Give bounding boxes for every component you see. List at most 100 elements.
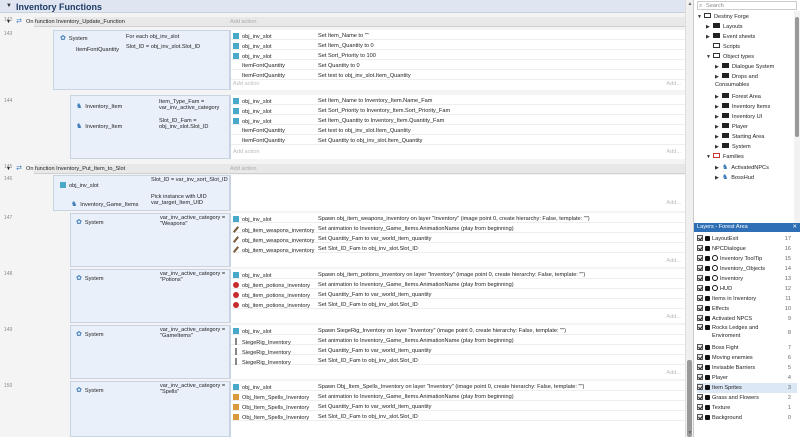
action-row[interactable]: SiegeRig_Inventory Set animation to Inven… xyxy=(231,336,686,346)
tree-item-project[interactable]: ▼ Destiny Forge xyxy=(697,13,749,22)
tree-item-inventory-ui[interactable]: ▶ Inventory UI xyxy=(715,113,762,122)
visibility-checkbox xyxy=(697,305,703,311)
layer-row[interactable]: Grass and Flowers 2 xyxy=(697,393,797,403)
layer-row[interactable]: Items in Inventory 11 xyxy=(697,294,797,304)
add-more-link[interactable]: Add... xyxy=(666,258,681,264)
condition-block[interactable]: ✿ System var_inv_active_category = "Potio… xyxy=(70,269,230,323)
layer-row[interactable]: Inventory ToolTip 15 xyxy=(697,254,797,264)
tree-item-activatednpcs[interactable]: ▶ ♞ ActivatedNPCs xyxy=(715,163,769,172)
action-row[interactable]: Obj_Item_Spells_Inventory Set Quantity_Fa… xyxy=(231,402,686,411)
action-row[interactable]: obj_inv_slot Spawn SiegeRig_Inventory on … xyxy=(231,326,686,335)
action-row[interactable]: Obj_Item_Spells_Inventory Set Slot_ID_Fam… xyxy=(231,412,686,421)
tree-item-inventory-items[interactable]: ▶ Inventory Items xyxy=(715,103,770,112)
add-more-link[interactable]: Add... xyxy=(666,149,681,155)
add-more-link[interactable]: Add... xyxy=(666,370,681,376)
action-row[interactable]: Obj_Item_Spells_Inventory Set animation t… xyxy=(231,392,686,401)
action-row[interactable]: obj_inv_slot Set Item_Name to "" xyxy=(231,31,686,40)
tree-item-forest-area[interactable]: ▶ Forest Area xyxy=(715,93,761,102)
event-group-header[interactable]: ▼ Inventory Functions xyxy=(0,0,685,13)
tree-item-event-sheets[interactable]: ▶ Event sheets xyxy=(706,33,755,42)
collapse-arrow-icon[interactable]: ▼ xyxy=(6,3,12,9)
tree-item-layouts[interactable]: ▶ Layouts xyxy=(706,23,743,32)
layer-row[interactable]: Inventory 13 xyxy=(697,274,797,284)
add-action-link[interactable]: Add action xyxy=(230,166,256,172)
layer-row[interactable]: LayoutExit 17 xyxy=(697,234,797,244)
condition-block[interactable]: ♞ Inventory_Item Item_Type_Fam = var_inv_… xyxy=(70,95,230,159)
layer-row[interactable]: Rocks Ledges and Enviroment 8 xyxy=(697,324,797,342)
action-block[interactable]: obj_inv_slot Set Item_Name to Inventory_I… xyxy=(230,95,686,159)
siege-rig-icon xyxy=(235,337,237,345)
condition-block[interactable]: ✿ System For each obj_inv_slot ItemFontQu… xyxy=(53,30,230,90)
condition-block[interactable]: ✿ System var_inv_active_category = "Spell… xyxy=(70,381,230,437)
action-row[interactable]: obj_item_weapons_inventory Set Slot_ID_Fa… xyxy=(231,244,686,254)
collapse-arrow-icon[interactable]: ▼ xyxy=(6,19,11,25)
action-row[interactable]: obj_item_potions_inventory Set Slot_ID_Fa… xyxy=(231,300,686,309)
action-block[interactable]: obj_inv_slot Spawn Obj_Item_Spells_Invent… xyxy=(230,381,686,437)
layer-row[interactable]: Player 4 xyxy=(697,373,797,383)
tree-item-drops[interactable]: ▶ Drops and Consumables xyxy=(715,73,787,91)
action-row[interactable]: SiegeRig_Inventory Set Slot_ID_Fam to obj… xyxy=(231,356,686,366)
action-row[interactable]: obj_inv_slot Spawn Obj_Item_Spells_Invent… xyxy=(231,382,686,391)
scrollbar-thumb[interactable] xyxy=(687,360,692,437)
layer-row[interactable]: Invisable Barriers 5 xyxy=(697,363,797,373)
condition-block[interactable]: ✿ System var_inv_active_category = "GameI… xyxy=(70,325,230,379)
layer-row-selected[interactable]: Item Sprites 3 xyxy=(697,383,797,393)
layer-row[interactable]: Effects 10 xyxy=(697,304,797,314)
project-search-input[interactable]: ⌕ Search xyxy=(697,1,797,10)
action-row[interactable]: obj_item_weapons_inventory Set Quantity_F… xyxy=(231,234,686,244)
action-row[interactable]: obj_inv_slot Set Item_Name to Inventory_I… xyxy=(231,96,686,105)
add-action-link[interactable]: Add action xyxy=(233,149,259,155)
action-row[interactable]: ItemFontQuantity Set Quantity to 0 xyxy=(231,61,686,70)
add-more-link[interactable]: Add... xyxy=(666,81,681,87)
layer-row[interactable]: HUD 12 xyxy=(697,284,797,294)
close-icon[interactable]: ✕ xyxy=(792,223,797,232)
layer-row[interactable]: Texture 1 xyxy=(697,403,797,413)
function-header[interactable]: ▼ ⇄ On function Inventory_Update_Functio… xyxy=(6,17,685,27)
action-row[interactable]: obj_inv_slot Set Item_Quantity to 0 xyxy=(231,41,686,50)
layer-row[interactable]: NPCDialogue 16 xyxy=(697,244,797,254)
action-block[interactable]: Add... xyxy=(230,175,685,211)
add-action-link[interactable]: Add action xyxy=(233,81,259,87)
tree-item-starting-area[interactable]: ▶ Starting Area xyxy=(715,133,764,142)
function-header[interactable]: ▼ ⇄ On function Inventory_Put_Item_to_Sl… xyxy=(6,164,685,174)
action-row[interactable]: obj_inv_slot Spawn obj_item_potions_inven… xyxy=(231,270,686,279)
layer-row[interactable]: Inventory_Objects 14 xyxy=(697,264,797,274)
action-row[interactable]: ItemFontQuantity Set Quantity to obj_inv_… xyxy=(231,136,686,145)
tree-item-families[interactable]: ▼ Families xyxy=(706,153,744,162)
project-scrollbar[interactable] xyxy=(794,11,800,223)
action-block[interactable]: obj_inv_slot Spawn obj_item_weapons_inven… xyxy=(230,213,686,267)
event-sheet[interactable]: ▼ Inventory Functions 142 143 144 145 14… xyxy=(0,0,693,437)
condition-block[interactable]: obj_inv_slot Slot_ID = var_inv_sort_Slot… xyxy=(53,175,230,211)
action-row[interactable]: ItemFontQuantity Set text to obj_inv_slot… xyxy=(231,126,686,135)
add-more-link[interactable]: Add... xyxy=(666,200,681,206)
action-block[interactable]: obj_inv_slot Spawn SiegeRig_Inventory on … xyxy=(230,325,686,379)
layer-row[interactable]: Background 0 xyxy=(697,413,797,423)
layer-row[interactable]: Boss Fight 7 xyxy=(697,343,797,353)
action-row[interactable]: obj_inv_slot Set Sort_Priority to 100 xyxy=(231,51,686,60)
tree-item-player[interactable]: ▶ Player xyxy=(715,123,748,132)
action-row[interactable]: obj_item_potions_inventory Set Quantity_F… xyxy=(231,290,686,299)
project-tree[interactable]: ▼ Destiny Forge ▶ Layouts ▶ Event sheets Sc… xyxy=(694,11,800,223)
event-sheet-scrollbar[interactable]: ▲ ▼ xyxy=(685,0,693,437)
tree-item-system[interactable]: ▶ System xyxy=(715,143,751,152)
add-action-link[interactable]: Add action xyxy=(230,19,256,25)
action-row[interactable]: obj_inv_slot Set Item_Quantity to Invento… xyxy=(231,116,686,125)
action-row[interactable]: obj_inv_slot Set Sort_Priority to Invento… xyxy=(231,106,686,115)
action-block[interactable]: obj_inv_slot Spawn obj_item_potions_inven… xyxy=(230,269,686,323)
action-block[interactable]: obj_inv_slot Set Item_Name to "" obj_inv_… xyxy=(230,30,686,90)
action-row[interactable]: obj_inv_slot Spawn obj_item_weapons_inven… xyxy=(231,214,686,223)
layer-row[interactable]: Moving enemies 6 xyxy=(697,353,797,363)
action-row[interactable]: obj_item_weapons_inventory Set animation … xyxy=(231,224,686,234)
action-row[interactable]: obj_item_potions_inventory Set animation … xyxy=(231,280,686,289)
tree-item-dialogue-system[interactable]: ▶ Dialogue System xyxy=(715,63,774,72)
collapse-arrow-icon[interactable]: ▼ xyxy=(6,166,11,172)
action-row[interactable]: SiegeRig_Inventory Set Quantity_Fam to va… xyxy=(231,346,686,356)
tree-item-scripts[interactable]: Scripts xyxy=(706,43,740,52)
tree-item-bosshud[interactable]: ▶ ♞ BossHud xyxy=(715,173,754,182)
layer-row[interactable]: Activated NPCS 9 xyxy=(697,314,797,324)
add-more-link[interactable]: Add... xyxy=(666,314,681,320)
tree-item-object-types[interactable]: ▼ Object types xyxy=(706,53,754,62)
condition-block[interactable]: ✿ System var_inv_active_category = "Weapo… xyxy=(70,213,230,267)
scrollbar-thumb[interactable] xyxy=(795,17,799,137)
action-row[interactable]: ItemFontQuantity Set text to obj_inv_slot… xyxy=(231,71,686,80)
